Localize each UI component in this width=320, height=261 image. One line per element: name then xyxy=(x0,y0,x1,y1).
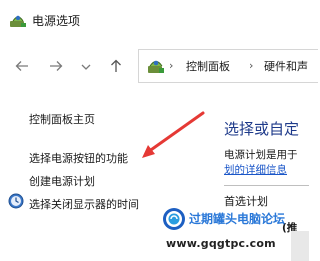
arrow-right-icon xyxy=(49,58,63,77)
chevron-down-icon xyxy=(80,58,92,77)
up-button[interactable] xyxy=(106,57,126,77)
page-heading: 选择或自定 xyxy=(224,120,300,138)
forward-button[interactable] xyxy=(46,57,66,77)
scrollbar-corner xyxy=(291,231,309,261)
arrow-up-icon xyxy=(109,58,123,77)
address-bar[interactable]: › 控制面板 › 硬件和声 xyxy=(138,49,318,83)
plan-details-link[interactable]: 划的详细信息 xyxy=(224,162,287,177)
watermark-title: 过期罐头电脑论坛 xyxy=(189,212,286,226)
page-description: 电源计划是用于 xyxy=(224,149,298,161)
breadcrumb-separator[interactable]: › xyxy=(249,59,253,72)
section-divider xyxy=(224,185,309,186)
breadcrumb-control-panel[interactable]: 控制面板 xyxy=(186,58,230,74)
breadcrumb-separator: › xyxy=(169,59,174,72)
annotation-arrow xyxy=(142,111,205,158)
sidebar-item-create-power-plan[interactable]: 创建电源计划 xyxy=(29,173,95,189)
back-button[interactable] xyxy=(12,57,32,77)
sidebar-item-display-off-time[interactable]: 选择关闭显示器的时间 xyxy=(29,196,139,212)
sidebar-item-power-button-function[interactable]: 选择电源按钮的功能 xyxy=(29,150,128,166)
watermark-url: www.gqgtpc.com xyxy=(166,237,276,250)
monitor-clock-icon xyxy=(8,193,24,209)
title-bar: 电源选项 xyxy=(0,0,309,38)
breadcrumb-hardware-sound[interactable]: 硬件和声 xyxy=(264,58,308,74)
sidebar-item-control-panel-home[interactable]: 控制面板主页 xyxy=(29,111,95,127)
arrow-left-icon xyxy=(15,58,29,77)
window-title: 电源选项 xyxy=(32,14,81,28)
watermark: 过期罐头电脑论坛 www.gqgtpc.com xyxy=(156,205,290,261)
recent-locations-button[interactable] xyxy=(76,57,96,77)
control-panel-icon xyxy=(147,57,165,75)
power-options-icon xyxy=(9,13,27,29)
forum-logo-icon xyxy=(162,207,186,231)
